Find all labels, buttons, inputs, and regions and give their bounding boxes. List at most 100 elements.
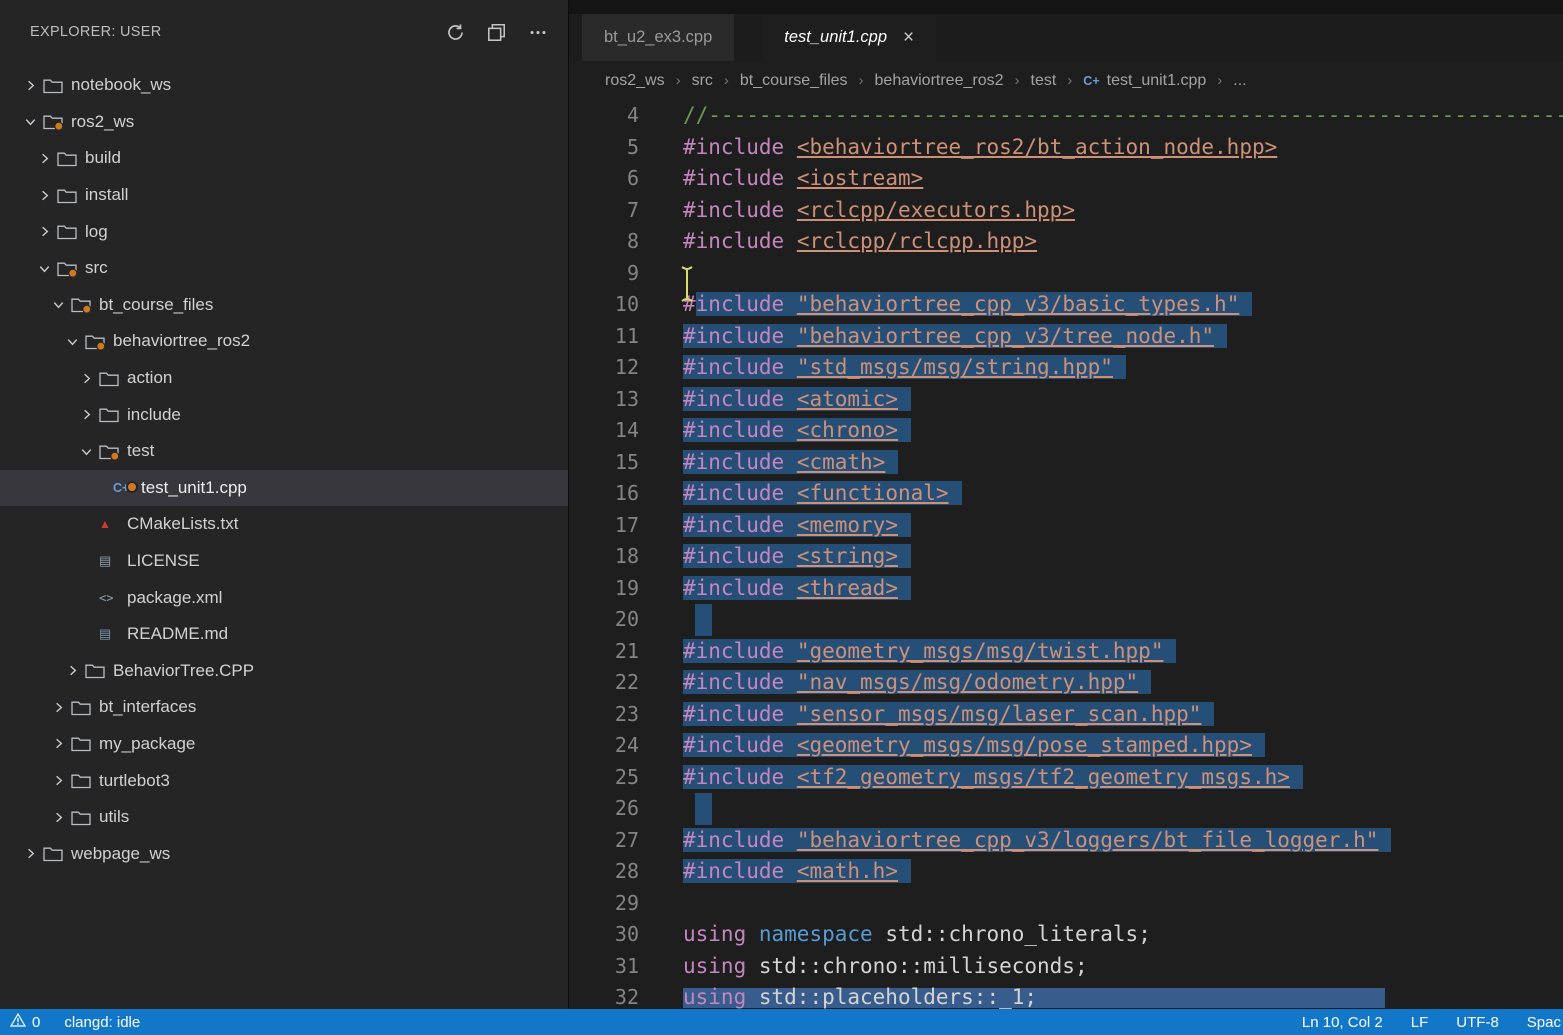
tree-item-my_package[interactable]: my_package <box>0 726 568 763</box>
empty-line-selection <box>695 793 712 825</box>
breadcrumb-item-src[interactable]: src <box>692 72 713 90</box>
code-line-32[interactable]: 32using std::placeholders::_1; <box>569 982 1563 1009</box>
tree-item-bt_interfaces[interactable]: bt_interfaces <box>0 689 568 726</box>
folder-icon <box>43 845 71 862</box>
code-line-24[interactable]: 24#include <geometry_msgs/msg/pose_stamp… <box>569 730 1563 762</box>
code-editor[interactable]: 4//-------------------------------------… <box>569 100 1563 1009</box>
code-line-25[interactable]: 25#include <tf2_geometry_msgs/tf2_geomet… <box>569 762 1563 794</box>
status-eol-sequence[interactable]: LF <box>1411 1014 1429 1031</box>
code-line-27[interactable]: 27#include "behaviortree_cpp_v3/loggers/… <box>569 825 1563 857</box>
tree-item-label: bt_interfaces <box>99 697 196 717</box>
code-line-30[interactable]: 30using namespace std::chrono_literals; <box>569 919 1563 951</box>
tree-item-ros2_ws[interactable]: ros2_ws <box>0 104 568 141</box>
code-line-8[interactable]: 8#include <rclcpp/rclcpp.hpp> <box>569 226 1563 258</box>
tree-item-src[interactable]: src <box>0 250 568 287</box>
tree-item-turtlebot3[interactable]: turtlebot3 <box>0 762 568 799</box>
collapse-folders-icon[interactable] <box>487 23 506 42</box>
code-line-12[interactable]: 12#include "std_msgs/msg/string.hpp" <box>569 352 1563 384</box>
tree-item-include[interactable]: include <box>0 396 568 433</box>
tree-item-install[interactable]: install <box>0 177 568 214</box>
warning-icon <box>10 1013 26 1031</box>
tree-item-notebook_ws[interactable]: notebook_ws <box>0 67 568 104</box>
code-line-19[interactable]: 19#include <thread> <box>569 573 1563 605</box>
breadcrumb-item-test[interactable]: test <box>1031 72 1057 90</box>
code-line-28[interactable]: 28#include <math.h> <box>569 856 1563 888</box>
language-server-status[interactable]: clangd: idle <box>64 1014 140 1031</box>
code-line-6[interactable]: 6#include <iostream> <box>569 163 1563 195</box>
code-line-31[interactable]: 31using std::chrono::milliseconds; <box>569 951 1563 983</box>
chevron-down-icon <box>46 297 71 312</box>
code-text: #include "nav_msgs/msg/odometry.hpp" <box>683 667 1151 699</box>
code-line-9[interactable]: 9 <box>569 258 1563 290</box>
code-line-15[interactable]: 15#include <cmath> <box>569 447 1563 479</box>
chevron-right-icon <box>32 151 57 166</box>
tree-item-README.md[interactable]: ▤README.md <box>0 616 568 653</box>
breadcrumb-separator-icon: › <box>1217 72 1222 89</box>
code-line-20[interactable]: 20 <box>569 604 1563 636</box>
breadcrumb-separator-icon: › <box>1067 72 1072 89</box>
code-line-11[interactable]: 11#include "behaviortree_cpp_v3/tree_nod… <box>569 321 1563 353</box>
code-line-16[interactable]: 16#include <functional> <box>569 478 1563 510</box>
tree-item-test[interactable]: test <box>0 433 568 470</box>
code-line-22[interactable]: 22#include "nav_msgs/msg/odometry.hpp" <box>569 667 1563 699</box>
breadcrumb-item-behaviortree_ros2[interactable]: behaviortree_ros2 <box>875 72 1004 90</box>
tree-item-bt_course_files[interactable]: bt_course_files <box>0 287 568 324</box>
tree-item-label: action <box>127 368 172 388</box>
tree-item-behaviortree_ros2[interactable]: behaviortree_ros2 <box>0 323 568 360</box>
cmake-icon: ▲ <box>99 517 111 531</box>
code-line-21[interactable]: 21#include "geometry_msgs/msg/twist.hpp" <box>569 636 1563 668</box>
breadcrumb-item-...[interactable]: ... <box>1233 72 1246 90</box>
tree-item-build[interactable]: build <box>0 140 568 177</box>
tab-test_unit1.cpp[interactable]: test_unit1.cpp × <box>762 14 936 61</box>
problems-indicator[interactable]: 0 <box>10 1013 40 1031</box>
code-text: #include <behaviortree_ros2/bt_action_no… <box>683 132 1277 164</box>
folder-icon <box>71 699 99 716</box>
tree-item-webpage_ws[interactable]: webpage_ws <box>0 835 568 872</box>
editor-column: bt_u2_ex3.cpp test_unit1.cpp × ros2_ws › src… <box>568 0 1563 1009</box>
tree-item-label: CMakeLists.txt <box>127 514 238 534</box>
tree-item-BehaviorTree.CPP[interactable]: BehaviorTree.CPP <box>0 653 568 690</box>
code-line-23[interactable]: 23#include "sensor_msgs/msg/laser_scan.h… <box>569 699 1563 731</box>
tree-item-action[interactable]: action <box>0 360 568 397</box>
code-lines: 4//-------------------------------------… <box>569 100 1563 1009</box>
tree-item-test_unit1.cpp[interactable]: C+test_unit1.cpp <box>0 470 568 507</box>
tree-item-CMakeLists.txt[interactable]: ▲ CMakeLists.txt <box>0 506 568 543</box>
status-bar: 0 clangd: idle Ln 10, Col 2 LF UTF-8 Spac <box>0 1009 1563 1035</box>
status-indentation[interactable]: Spac <box>1527 1014 1561 1031</box>
chevron-right-icon <box>46 736 71 751</box>
tree-item-label: LICENSE <box>127 551 200 571</box>
code-line-17[interactable]: 17#include <memory> <box>569 510 1563 542</box>
code-line-10[interactable]: 10#include "behaviortree_cpp_v3/basic_ty… <box>569 289 1563 321</box>
status-cursor-position[interactable]: Ln 10, Col 2 <box>1302 1014 1383 1031</box>
tree-item-LICENSE[interactable]: ▤LICENSE <box>0 543 568 580</box>
line-number: 11 <box>569 321 639 353</box>
vscode-window: EXPLORER: USER notebook_wsros2_wsbuildin… <box>0 0 1563 1035</box>
code-text: #include <string> <box>683 541 911 573</box>
breadcrumb-item-bt_course_files[interactable]: bt_course_files <box>740 72 848 90</box>
code-line-13[interactable]: 13#include <atomic> <box>569 384 1563 416</box>
code-line-26[interactable]: 26 <box>569 793 1563 825</box>
code-line-29[interactable]: 29 <box>569 888 1563 920</box>
code-line-18[interactable]: 18#include <string> <box>569 541 1563 573</box>
tree-item-log[interactable]: log <box>0 213 568 250</box>
tree-item-label: utils <box>99 807 129 827</box>
breadcrumb-item-ros2_ws[interactable]: ros2_ws <box>605 72 665 90</box>
cpp-file-icon: C+ <box>1083 74 1099 88</box>
code-line-5[interactable]: 5#include <behaviortree_ros2/bt_action_n… <box>569 132 1563 164</box>
status-encoding[interactable]: UTF-8 <box>1456 1014 1499 1031</box>
more-actions-icon[interactable] <box>528 23 548 42</box>
breadcrumb-label: behaviortree_ros2 <box>875 72 1004 90</box>
code-line-4[interactable]: 4//-------------------------------------… <box>569 100 1563 132</box>
tree-item-utils[interactable]: utils <box>0 799 568 836</box>
code-line-7[interactable]: 7#include <rclcpp/executors.hpp> <box>569 195 1563 227</box>
tree-item-package.xml[interactable]: <>package.xml <box>0 579 568 616</box>
code-text: //--------------------------------------… <box>683 100 1563 132</box>
line-number: 12 <box>569 352 639 384</box>
refresh-explorer-icon[interactable] <box>446 23 465 42</box>
breadcrumb-item-test_unit1.cpp[interactable]: C+test_unit1.cpp <box>1083 72 1206 90</box>
tab-label: test_unit1.cpp <box>784 28 887 47</box>
close-tab-icon[interactable]: × <box>903 27 914 49</box>
tab-bt_u2_ex3.cpp[interactable]: bt_u2_ex3.cpp <box>582 14 734 61</box>
code-text: #include <rclcpp/executors.hpp> <box>683 195 1075 227</box>
code-line-14[interactable]: 14#include <chrono> <box>569 415 1563 447</box>
